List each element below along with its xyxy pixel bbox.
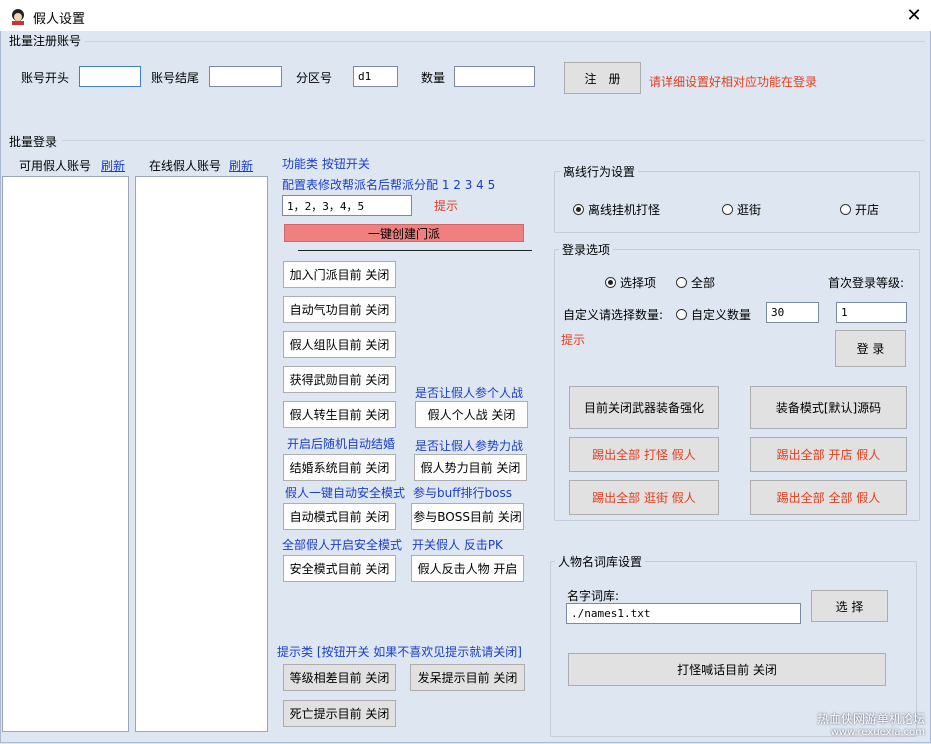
radio-empty-icon [840,204,851,215]
faction-tip-label: 提示 [434,199,459,213]
radio-selected-icon [573,204,584,215]
auto-safe-label: 假人一键自动安全模式 [285,486,406,500]
name-dict-input[interactable] [566,603,801,624]
level-diff-button[interactable]: 等级相差目前 关闭 [283,664,396,691]
radio-selected-icon [605,277,616,288]
force-question-label: 是否让假人参势力战 [415,439,524,453]
all-safe-label: 全部假人开启安全模式 [282,538,403,552]
join-faction-button[interactable]: 加入门派目前 关闭 [283,261,396,288]
kick-fight-button[interactable]: 踢出全部 打怪 假人 [569,437,719,472]
close-icon[interactable]: ✕ [902,4,926,28]
create-faction-button[interactable]: 一键创建门派 [284,224,524,242]
title-bar: 假人设置 ✕ [0,0,931,31]
boss-button[interactable]: 参与BOSS目前 关闭 [411,503,524,530]
marriage-label: 开启后随机自动结婚 [287,437,396,451]
online-accounts-list[interactable] [135,176,268,732]
login-tip-label: 提示 [561,333,586,347]
first-level-label: 首次登录等级: [828,276,905,290]
watermark: 热血侠网游单机论坛 www.rexuexia.com [817,710,925,738]
login-divider [62,140,925,141]
login-button[interactable]: 登 录 [835,330,906,367]
select-dict-button[interactable]: 选 择 [811,590,888,622]
weapon-enhance-button[interactable]: 目前关闭武器装备强化 [569,386,719,429]
offline-radio-street[interactable]: 逛街 [722,201,761,218]
functions-header: 功能类 按钮开关 [282,157,370,171]
team-button[interactable]: 假人组队目前 关闭 [283,331,396,358]
batch-login-title: 批量登录 [9,135,58,149]
daze-button[interactable]: 发呆提示目前 关闭 [410,664,525,691]
offline-group-title: 离线行为设置 [560,163,639,180]
buff-boss-label: 参与buff排行boss [413,486,512,500]
names-group-title: 人物名词库设置 [555,553,646,570]
register-button[interactable]: 注 册 [564,62,641,94]
account-prefix-label: 账号开头 [21,71,70,85]
login-options-title: 登录选项 [559,241,614,258]
refresh-available-link[interactable]: 刷新 [101,157,125,174]
rebirth-button[interactable]: 假人转生目前 关闭 [283,401,396,428]
zone-input[interactable] [353,66,398,87]
count-label: 数量 [421,71,446,85]
register-hint: 请详细设置好相对应功能在登录 [649,75,818,89]
faction-config-hint: 配置表修改帮派名后帮派分配 1 2 3 4 5 [282,178,496,192]
register-divider [85,41,925,42]
medal-button[interactable]: 获得武勋目前 关闭 [283,366,396,393]
login-count-input[interactable] [766,302,819,323]
kick-all-button[interactable]: 踢出全部 全部 假人 [750,480,907,515]
batch-register-title: 批量注册账号 [9,34,82,48]
pvp-question-label: 是否让假人参个人战 [415,386,524,400]
watermark-line2: www.rexuexia.com [830,727,925,738]
refresh-online-link[interactable]: 刷新 [229,157,253,174]
login-radio-all[interactable]: 全部 [676,274,715,291]
auto-qigong-button[interactable]: 自动气功目前 关闭 [283,296,396,323]
offline-radio-shop[interactable]: 开店 [840,201,879,218]
offline-radio-fight[interactable]: 离线挂机打怪 [573,201,660,218]
login-radio-custom[interactable]: 自定义数量 [676,306,751,323]
force-button[interactable]: 假人势力目前 关闭 [414,454,527,481]
online-accounts-label: 在线假人账号 [149,159,222,173]
faction-list-input[interactable] [282,195,412,216]
auto-mode-button[interactable]: 自动模式目前 关闭 [283,503,396,530]
radio-empty-icon [722,204,733,215]
available-accounts-list[interactable] [2,176,129,732]
faction-divider [298,250,532,251]
death-button[interactable]: 死亡提示目前 关闭 [283,700,396,727]
marriage-button[interactable]: 结婚系统目前 关闭 [283,454,396,481]
account-suffix-input[interactable] [209,66,282,87]
counter-pk-label: 开关假人 反击PK [412,538,503,552]
count-input[interactable] [454,66,535,87]
shout-button[interactable]: 打怪喊话目前 关闭 [568,653,886,686]
account-suffix-label: 账号结尾 [151,71,200,85]
name-dict-label: 名字词库: [567,589,620,603]
first-level-input[interactable] [836,302,907,323]
radio-empty-icon [676,309,687,320]
watermark-line1: 热血侠网游单机论坛 [816,712,925,726]
equip-mode-button[interactable]: 装备模式[默认]源码 [750,386,907,429]
zone-label: 分区号 [296,71,333,85]
window-title: 假人设置 [33,12,86,27]
login-radio-select[interactable]: 选择项 [605,274,656,291]
notice-header: 提示类 [按钮开关 如果不喜欢见提示就请关闭] [277,645,522,659]
custom-count-label: 自定义请选择数量: [563,308,664,322]
account-prefix-input[interactable] [79,66,141,87]
available-accounts-label: 可用假人账号 [19,159,92,173]
radio-empty-icon [676,277,687,288]
pvp-button[interactable]: 假人个人战 关闭 [415,401,528,428]
safe-mode-button[interactable]: 安全模式目前 关闭 [283,555,396,582]
app-avatar-icon [9,7,27,25]
kick-shop-button[interactable]: 踢出全部 开店 假人 [750,437,907,472]
counter-button[interactable]: 假人反击人物 开启 [411,555,524,582]
kick-street-button[interactable]: 踢出全部 逛街 假人 [569,480,719,515]
